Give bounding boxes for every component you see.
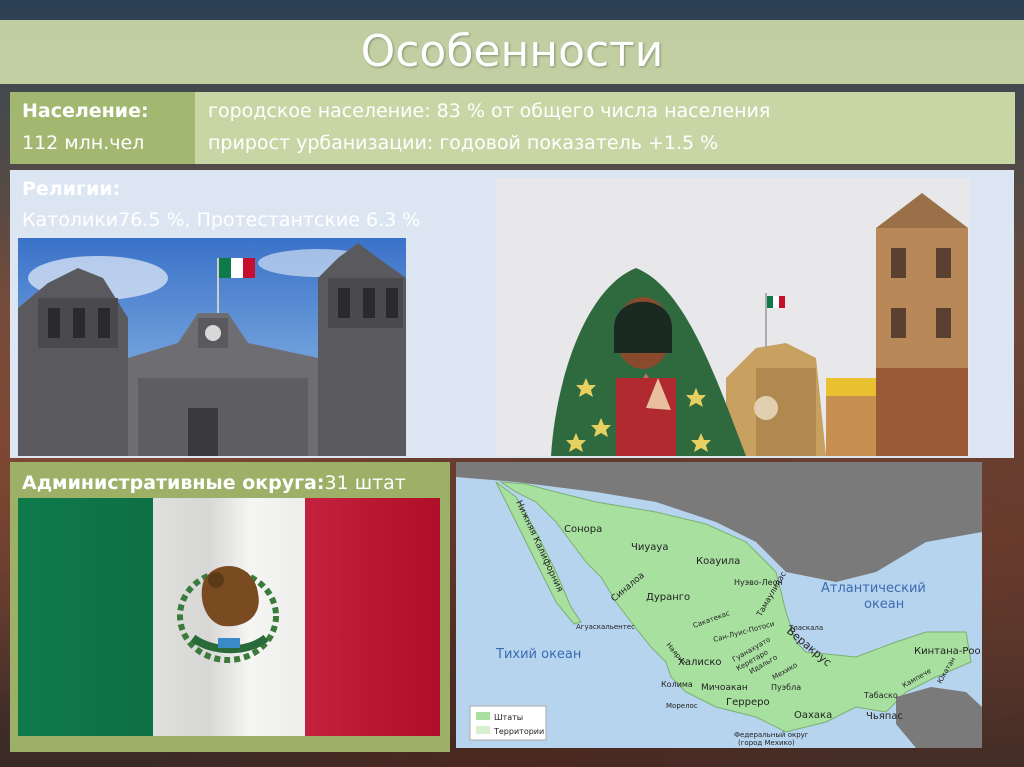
urbanization-growth-text: прирост урбанизации: годовой показатель … — [208, 132, 719, 154]
admin-districts-text: Административные округа:31 штат — [22, 472, 406, 494]
legend-territories-swatch — [476, 726, 490, 734]
admin-value: 31 штат — [324, 472, 406, 494]
map-label-colima: Колима — [661, 680, 693, 689]
population-label: Население: — [22, 100, 149, 122]
legend-states-label: Штаты — [494, 713, 523, 722]
basilica-photo — [496, 178, 970, 456]
map-label-oaxaca: Оахака — [794, 710, 832, 721]
map-label-tabasco: Табаско — [863, 691, 898, 700]
slide-title: Особенности — [360, 26, 664, 77]
map-label-coahuila: Коауила — [696, 556, 740, 567]
map-label-chiapas: Чьяпас — [866, 711, 903, 722]
religion-label: Религии: — [22, 178, 121, 200]
map-label-aguascalientes: Агуаскальентес — [576, 623, 635, 631]
map-label-jalisco: Халиско — [678, 657, 722, 668]
population-value: 112 млн.чел — [22, 132, 145, 154]
map-label-pacific-ocean: Тихий океан — [495, 647, 581, 662]
map-label-sonora: Сонора — [564, 524, 602, 535]
map-label-guerrero: Герреро — [726, 697, 770, 708]
urban-population-text: городское население: 83 % от общего числ… — [208, 100, 771, 122]
cathedral-photo — [18, 238, 406, 456]
legend-states-swatch — [476, 712, 490, 720]
religion-value: Католики76.5 %, Протестантские 6.3 % — [22, 209, 421, 231]
mexico-flag — [18, 498, 440, 736]
map-label-yucatan: Кинтана-Роо — [914, 646, 981, 657]
map-label-chihuahua: Чиуауа — [631, 542, 668, 553]
mexico-states-map: Сонора Чиуауа Коауила Дуранго Синалоа Ни… — [456, 462, 982, 748]
map-label-durango: Дуранго — [646, 592, 690, 603]
map-label-puebla: Пуэбла — [771, 683, 801, 692]
map-label-morelos: Морелос — [666, 702, 698, 710]
legend-territories-label: Территории — [493, 727, 544, 736]
admin-label: Административные округа: — [22, 472, 325, 494]
map-label-michoacan: Мичоакан — [701, 683, 748, 693]
